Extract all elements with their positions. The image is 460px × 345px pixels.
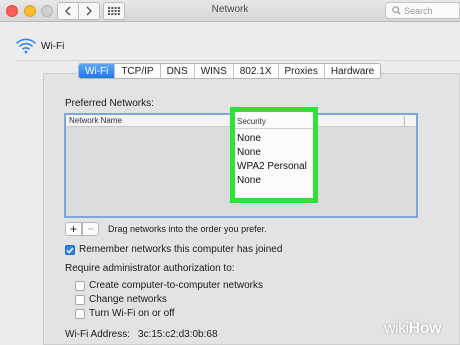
add-network-label: + (69, 222, 77, 236)
wifi-header: Wi-Fi (15, 38, 64, 54)
security-value: None (237, 175, 261, 186)
wifi-address-value: 3c:15:c2:d3:0b:68 (138, 329, 218, 340)
remember-networks-checkbox[interactable] (65, 245, 75, 255)
create-networks-label: Create computer-to-computer networks (89, 280, 263, 291)
header-divider (15, 60, 460, 61)
tab-8021x[interactable]: 802.1X (234, 64, 279, 78)
watermark-how: How (408, 320, 442, 337)
drag-hint-text: Drag networks into the order you prefer. (108, 224, 267, 234)
tab-dns[interactable]: DNS (161, 64, 195, 78)
tab-wifi[interactable]: Wi-Fi (79, 64, 116, 78)
toggle-wifi-checkbox[interactable] (75, 309, 85, 319)
column-divider (404, 116, 405, 126)
remove-network-label: − (86, 222, 94, 236)
security-column-header[interactable]: Security (235, 117, 313, 129)
security-value: None (237, 147, 261, 158)
wifi-icon (15, 38, 37, 54)
tab-tcpip[interactable]: TCP/IP (115, 64, 161, 78)
tab-hardware[interactable]: Hardware (325, 64, 380, 78)
tab-bar: Wi-Fi TCP/IP DNS WINS 802.1X Proxies Har… (78, 63, 382, 79)
require-admin-label: Require administrator authorization to: (65, 263, 235, 274)
service-title: Wi-Fi (41, 40, 65, 52)
remember-networks-label: Remember networks this computer has join… (79, 244, 283, 255)
toggle-wifi-label: Turn Wi-Fi on or off (89, 308, 175, 319)
wikihow-watermark: wikiHow (384, 320, 441, 338)
checkmark-icon (66, 247, 74, 254)
search-icon (392, 6, 401, 15)
security-value: WPA2 Personal (237, 161, 307, 172)
wifi-address-label: Wi-Fi Address: (65, 329, 131, 340)
tab-proxies[interactable]: Proxies (279, 64, 325, 78)
network-name-column-header[interactable]: Network Name (69, 116, 122, 125)
change-networks-label: Change networks (89, 294, 167, 305)
window-toolbar: Network Search (0, 0, 460, 22)
search-field[interactable]: Search (385, 2, 460, 19)
watermark-wiki: wiki (384, 320, 409, 337)
security-column-highlight: Security None None WPA2 Personal None (230, 107, 318, 203)
change-networks-checkbox[interactable] (75, 295, 85, 305)
search-placeholder: Search (404, 5, 433, 16)
security-value: None (237, 133, 261, 144)
remove-network-button[interactable]: − (82, 222, 99, 236)
tab-wins[interactable]: WINS (195, 64, 234, 78)
create-networks-checkbox[interactable] (75, 281, 85, 291)
add-network-button[interactable]: + (65, 222, 82, 236)
preferred-networks-label: Preferred Networks: (65, 98, 154, 109)
